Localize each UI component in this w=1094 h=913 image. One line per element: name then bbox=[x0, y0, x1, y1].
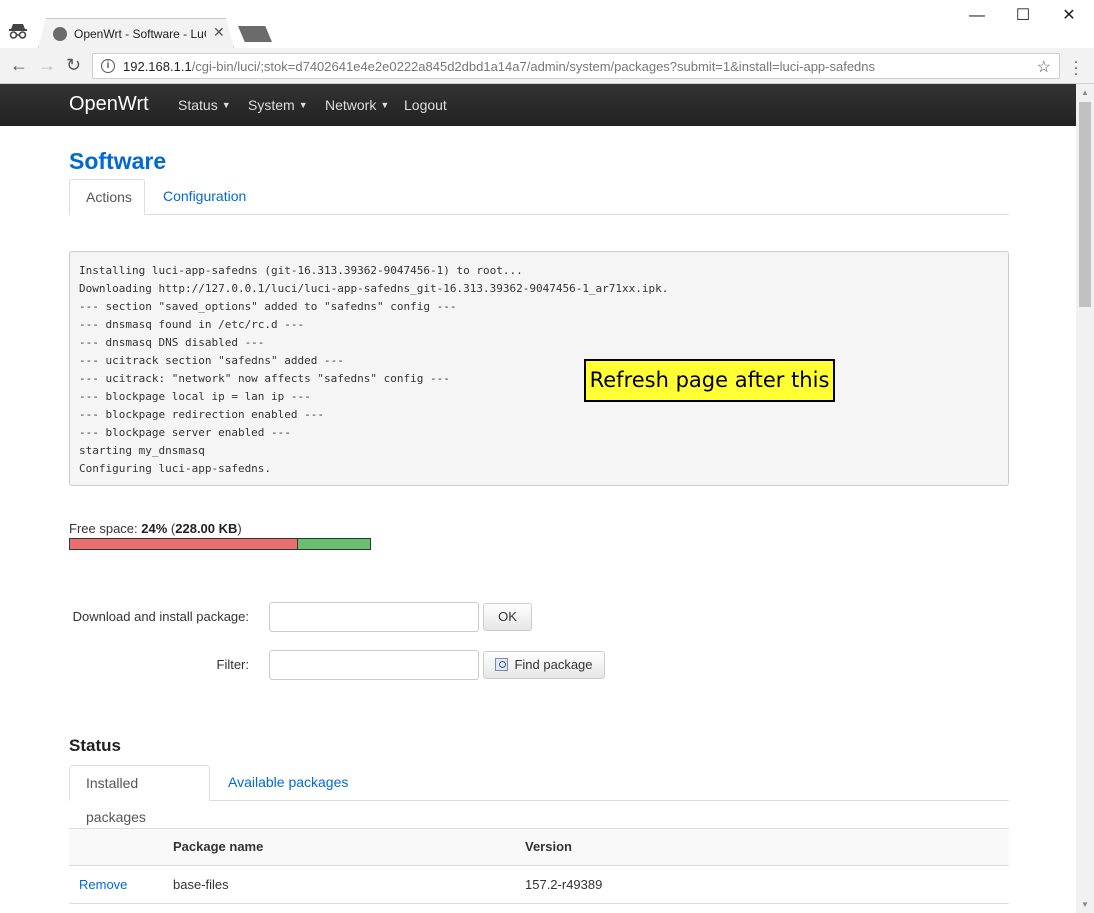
incognito-icon bbox=[9, 24, 27, 39]
window-maximize-button[interactable]: ☐ bbox=[1000, 4, 1046, 28]
log-line: --- blockpage server enabled --- bbox=[79, 426, 291, 439]
package-version-cell: 157.2-r49389 bbox=[525, 877, 603, 892]
caret-down-icon: ▼ bbox=[298, 100, 308, 110]
url-host: 192.168.1.1 bbox=[123, 59, 192, 74]
packages-table: Package name Version Remove base-files 1… bbox=[69, 828, 1009, 904]
nav-system[interactable]: System ▼ bbox=[248, 97, 308, 113]
tab-installed-packages[interactable]: Installed packages bbox=[69, 765, 210, 825]
nav-status-label: Status bbox=[178, 97, 218, 113]
filter-input[interactable] bbox=[269, 650, 479, 680]
browser-toolbar: ← → ↻ i 192.168.1.1/cgi-bin/luci/;stok=d… bbox=[0, 48, 1094, 84]
find-package-icon bbox=[495, 658, 509, 671]
filter-label: Filter: bbox=[216, 657, 250, 672]
software-tabs: Actions Configuration bbox=[69, 179, 1009, 215]
free-space-bar bbox=[69, 538, 371, 550]
forward-arrow-icon[interactable]: → bbox=[38, 55, 56, 75]
scroll-up-icon[interactable]: ▲ bbox=[1081, 88, 1089, 97]
address-bar[interactable]: i 192.168.1.1/cgi-bin/luci/;stok=d740264… bbox=[92, 53, 1060, 79]
nav-status[interactable]: Status ▼ bbox=[178, 97, 231, 113]
status-tabs: Installed packages Available packages bbox=[69, 765, 1009, 825]
status-heading: Status bbox=[69, 736, 121, 755]
window-minimize-button[interactable]: — bbox=[954, 4, 1000, 28]
log-line: --- section "saved_options" added to "sa… bbox=[79, 300, 457, 313]
tab-available-packages[interactable]: Available packages bbox=[212, 765, 364, 801]
tab-configuration[interactable]: Configuration bbox=[147, 179, 262, 215]
column-package-name: Package name bbox=[173, 839, 264, 854]
download-package-input[interactable] bbox=[269, 602, 479, 632]
log-line: --- blockpage redirection enabled --- bbox=[79, 408, 325, 421]
page-title: Software bbox=[69, 148, 167, 174]
ok-button[interactable]: OK bbox=[483, 603, 532, 631]
log-line: --- dnsmasq DNS disabled --- bbox=[79, 336, 265, 349]
table-header: Package name Version bbox=[69, 828, 1009, 866]
log-line: --- ucitrack: "network" now affects "saf… bbox=[79, 372, 450, 385]
nav-system-label: System bbox=[248, 97, 295, 113]
back-arrow-icon[interactable]: ← bbox=[10, 55, 28, 75]
log-line: Downloading http://127.0.0.1/luci/luci-a… bbox=[79, 282, 669, 295]
nav-logout[interactable]: Logout bbox=[404, 97, 447, 113]
favicon-icon bbox=[53, 27, 67, 41]
url-path: /cgi-bin/luci/;stok=d7402641e4e2e0222a84… bbox=[191, 59, 876, 74]
reload-icon[interactable]: ↻ bbox=[66, 55, 81, 75]
browser-titlebar: OpenWrt - Software - LuCI ✕ — ☐ ✕ bbox=[0, 0, 1094, 48]
window-close-button[interactable]: ✕ bbox=[1046, 4, 1092, 28]
tab-close-icon[interactable]: ✕ bbox=[213, 24, 225, 41]
annotation-callout: Refresh page after this bbox=[584, 359, 835, 402]
find-package-label: Find package bbox=[514, 657, 593, 672]
remove-link[interactable]: Remove bbox=[79, 877, 127, 892]
tab-actions[interactable]: Actions bbox=[69, 179, 145, 215]
column-version: Version bbox=[525, 839, 572, 854]
free-space-size: 228.00 KB bbox=[175, 521, 238, 536]
find-package-button[interactable]: Find package bbox=[483, 651, 605, 679]
tab-title: OpenWrt - Software - LuCI bbox=[74, 27, 206, 41]
log-line: --- ucitrack section "safedns" added --- bbox=[79, 354, 344, 367]
download-install-label: Download and install package: bbox=[72, 609, 249, 624]
browser-tab-active[interactable]: OpenWrt - Software - LuCI ✕ bbox=[38, 18, 234, 48]
log-line: --- dnsmasq found in /etc/rc.d --- bbox=[79, 318, 305, 331]
used-space-fill bbox=[70, 539, 298, 549]
package-name-cell: base-files bbox=[173, 877, 229, 892]
brand-logo[interactable]: OpenWrt bbox=[69, 93, 149, 116]
free-space-percent: 24% bbox=[141, 521, 168, 536]
new-tab-button[interactable] bbox=[238, 26, 272, 42]
browser-menu-icon[interactable]: ... bbox=[1068, 51, 1084, 79]
site-info-icon[interactable]: i bbox=[101, 59, 115, 73]
url-text[interactable]: 192.168.1.1/cgi-bin/luci/;stok=d7402641e… bbox=[123, 59, 875, 74]
free-space-label: Free space: bbox=[69, 521, 142, 536]
scroll-down-icon[interactable]: ▼ bbox=[1081, 900, 1089, 909]
log-line: Installing luci-app-safedns (git-16.313.… bbox=[79, 264, 523, 277]
nav-network-label: Network bbox=[325, 97, 377, 113]
log-line: starting my_dnsmasq bbox=[79, 444, 205, 457]
luci-navbar: OpenWrt Status ▼ System ▼ Network ▼ Logout bbox=[0, 84, 1076, 126]
install-log: Installing luci-app-safedns (git-16.313.… bbox=[69, 251, 1009, 486]
log-line: Configuring luci-app-safedns. bbox=[79, 462, 272, 475]
scrollbar-thumb[interactable] bbox=[1079, 102, 1091, 307]
table-row: Remove base-files 157.2-r49389 bbox=[69, 866, 1009, 904]
caret-down-icon: ▼ bbox=[380, 100, 390, 110]
log-line: --- blockpage local ip = lan ip --- bbox=[79, 390, 311, 403]
free-space-text: Free space: 24% (228.00 KB) bbox=[69, 521, 242, 536]
page-content: OpenWrt Status ▼ System ▼ Network ▼ Logout … bbox=[0, 84, 1076, 913]
caret-down-icon: ▼ bbox=[221, 100, 231, 110]
bookmark-star-icon[interactable]: ☆ bbox=[1037, 57, 1051, 77]
nav-network[interactable]: Network ▼ bbox=[325, 97, 389, 113]
page-scrollbar[interactable]: ▲ ▼ bbox=[1076, 84, 1094, 913]
